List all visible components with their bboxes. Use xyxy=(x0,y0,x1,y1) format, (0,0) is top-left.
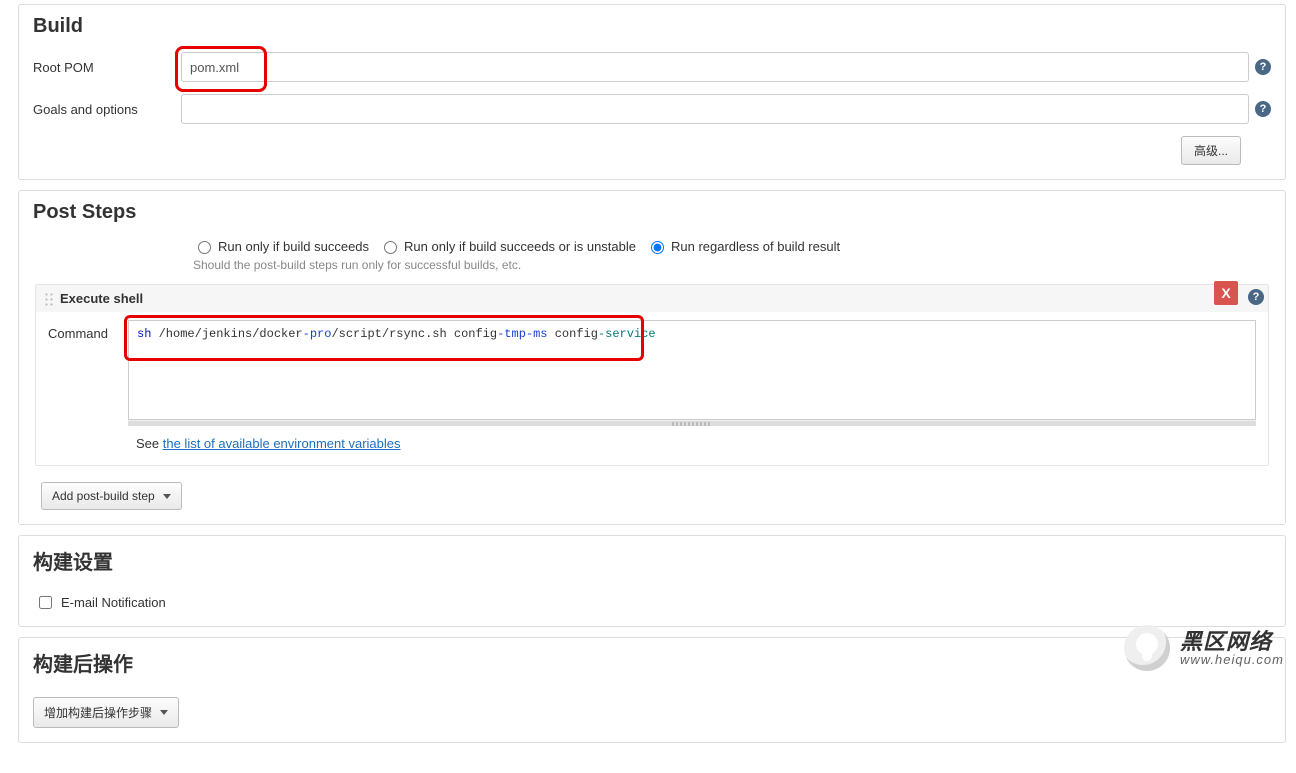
email-notification-checkbox[interactable] xyxy=(39,596,52,609)
drag-handle-icon[interactable] xyxy=(44,292,54,306)
radio-succeeds-label: Run only if build succeeds xyxy=(218,239,369,254)
command-label: Command xyxy=(48,320,128,341)
caret-down-icon xyxy=(160,710,168,715)
root-pom-label: Root POM xyxy=(33,60,181,75)
row-root-pom: Root POM xyxy=(33,52,1271,82)
radio-regardless-label: Run regardless of build result xyxy=(671,239,840,254)
radio-unstable-label: Run only if build succeeds or is unstabl… xyxy=(404,239,636,254)
env-vars-hint: See the list of available environment va… xyxy=(36,426,1268,465)
build-settings-title: 构建设置 xyxy=(33,546,1271,575)
post-steps-hint: Should the post-build steps run only for… xyxy=(193,258,1271,272)
advanced-button[interactable]: 高级... xyxy=(1181,136,1241,165)
resize-handle[interactable] xyxy=(128,420,1256,426)
radio-succeeds[interactable]: Run only if build succeeds xyxy=(193,238,369,254)
add-post-build-step-label: Add post-build step xyxy=(52,489,155,503)
email-notification-label: E-mail Notification xyxy=(61,595,166,610)
radio-unstable[interactable]: Run only if build succeeds or is unstabl… xyxy=(379,238,636,254)
radio-regardless[interactable]: Run regardless of build result xyxy=(646,238,840,254)
section-build: Build Root POM Goals and options 高 xyxy=(18,4,1286,180)
execute-shell-title: Execute shell xyxy=(60,291,143,306)
add-post-build-step-button[interactable]: Add post-build step xyxy=(41,482,182,510)
section-post-steps: Post Steps Run only if build succeeds Ru… xyxy=(18,190,1286,525)
command-textarea[interactable]: sh /home/jenkins/docker-pro/script/rsync… xyxy=(128,320,1256,420)
env-vars-link[interactable]: the list of available environment variab… xyxy=(163,436,401,451)
help-icon[interactable] xyxy=(1255,101,1271,117)
post-build-actions-title: 构建后操作 xyxy=(33,648,1271,677)
post-steps-radio-row: Run only if build succeeds Run only if b… xyxy=(193,238,1271,254)
radio-succeeds-input[interactable] xyxy=(198,241,211,254)
delete-step-button[interactable]: X xyxy=(1214,281,1238,305)
help-icon[interactable] xyxy=(1255,59,1271,75)
see-prefix: See xyxy=(136,436,163,451)
goals-input[interactable] xyxy=(181,94,1249,124)
caret-down-icon xyxy=(163,494,171,499)
build-title: Build xyxy=(33,15,1271,38)
add-post-build-action-button[interactable]: 增加构建后操作步骤 xyxy=(33,697,179,728)
section-post-build-actions: 构建后操作 增加构建后操作步骤 xyxy=(18,637,1286,743)
root-pom-input[interactable] xyxy=(181,52,1249,82)
row-goals: Goals and options xyxy=(33,94,1271,124)
help-icon[interactable] xyxy=(1248,289,1264,305)
radio-unstable-input[interactable] xyxy=(384,241,397,254)
section-build-settings: 构建设置 E-mail Notification xyxy=(18,535,1286,627)
add-post-build-action-label: 增加构建后操作步骤 xyxy=(44,704,152,721)
post-steps-title: Post Steps xyxy=(33,201,1271,224)
execute-shell-block: X Execute shell Command sh /home/jenkins… xyxy=(35,284,1269,466)
execute-shell-header[interactable]: Execute shell xyxy=(36,285,1268,312)
radio-regardless-input[interactable] xyxy=(651,241,664,254)
goals-label: Goals and options xyxy=(33,102,181,117)
